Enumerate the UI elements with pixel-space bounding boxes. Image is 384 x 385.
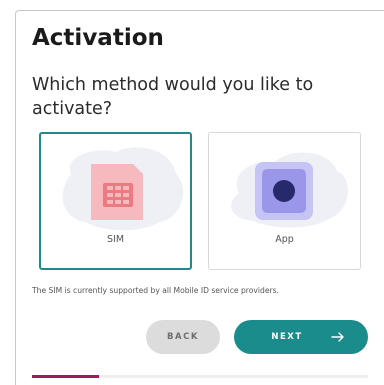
app-option-card[interactable]: App <box>208 132 361 270</box>
page-title: Activation <box>32 25 164 51</box>
back-button[interactable]: BACK <box>146 320 220 354</box>
sim-card-icon <box>91 164 143 220</box>
arrow-right-icon <box>330 332 345 342</box>
next-button[interactable]: NEXT <box>234 320 368 354</box>
support-info-text: The SIM is currently supported by all Mo… <box>32 286 279 295</box>
method-question: Which method would you like to activate? <box>32 75 314 119</box>
next-button-label: NEXT <box>271 332 303 342</box>
back-button-label: BACK <box>167 332 199 342</box>
app-option-label: App <box>275 234 294 245</box>
sim-option-card[interactable]: SIM <box>39 132 192 270</box>
progress-fill <box>32 375 100 378</box>
activation-panel: Activation Which method would you like t… <box>15 10 384 385</box>
sim-option-label: SIM <box>106 234 125 245</box>
app-icon <box>255 162 313 220</box>
progress-track <box>32 375 368 378</box>
